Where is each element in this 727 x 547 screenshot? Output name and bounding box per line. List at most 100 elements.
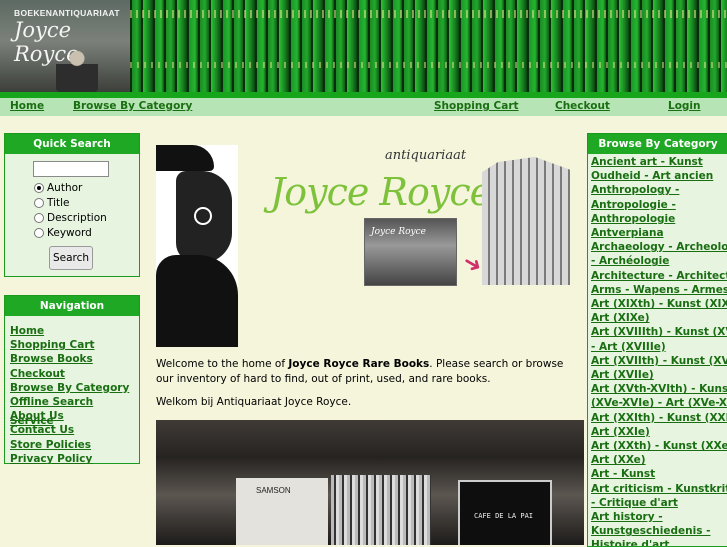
category-list-item: Art (XXe): [591, 453, 727, 467]
navigation-list: Home Shopping Cart Browse Books Checkout…: [5, 316, 139, 465]
nav-privacy-link[interactable]: Privacy Policy: [10, 453, 92, 465]
category-list-item: - Archéologie: [591, 254, 727, 268]
top-navigation: Home Browse By Category Shopping Cart Ch…: [0, 92, 727, 116]
category-link[interactable]: - Art (XVIIIe): [591, 341, 666, 353]
category-list-item: Art (XVIIIth) - Kunst (XVIIIe): [591, 325, 727, 339]
category-box: Browse By Category Ancient art - Kunst Ou…: [587, 133, 727, 547]
category-link[interactable]: Art history -: [591, 511, 663, 523]
radio-description[interactable]: Description: [34, 212, 107, 224]
category-link[interactable]: - Critique d'art: [591, 497, 678, 509]
topnav-login-link[interactable]: Login: [668, 100, 701, 112]
category-link[interactable]: Art (XXIth) - Kunst (XXIe) -: [591, 412, 727, 424]
category-list-item: Art (XVth-XVIth) - Kunst: [591, 382, 727, 396]
category-list-item: Antverpiana: [591, 226, 727, 240]
category-link[interactable]: Art (XIXth) - Kunst (XIXe) -: [591, 298, 727, 310]
category-link[interactable]: Anthropologie: [591, 213, 675, 225]
navigation-box: Navigation Home Shopping Cart Browse Boo…: [4, 295, 140, 465]
category-link[interactable]: Oudheid - Art ancien: [591, 170, 713, 182]
search-input[interactable]: [33, 161, 109, 177]
hero-logo-text: Joyce Royce: [270, 170, 492, 214]
photo-samson-sign: SAMSON: [256, 486, 291, 495]
radio-author-label: Author: [47, 182, 83, 194]
category-list-item: Arms - Wapens - Armes: [591, 283, 727, 297]
logo-top-text: BOEKENANTIQUARIAAT: [14, 8, 120, 18]
radio-title[interactable]: Title: [34, 197, 70, 209]
category-list-item: Art history -: [591, 510, 727, 524]
category-link[interactable]: Antverpiana: [591, 227, 664, 239]
category-list-item: Art criticism - Kunstkritiek: [591, 482, 727, 496]
category-link[interactable]: Ancient art - Kunst: [591, 156, 703, 168]
category-list-item: Antropologie -: [591, 198, 727, 212]
topnav-cart-link[interactable]: Shopping Cart: [434, 100, 519, 112]
radio-author-button[interactable]: [34, 183, 44, 193]
category-link[interactable]: Antropologie -: [591, 199, 676, 211]
radio-description-label: Description: [47, 212, 107, 224]
category-list-item: Art (XIXth) - Kunst (XIXe) -: [591, 297, 727, 311]
category-list: Ancient art - Kunst Oudheid - Art ancien A…: [588, 154, 727, 546]
bookshelf-image: [130, 0, 727, 92]
category-list-item: Art (XVIIe): [591, 368, 727, 382]
building-image: [482, 157, 570, 285]
shopfront-photo: Joyce Royce: [364, 218, 457, 286]
category-list-item: Art (XIXe): [591, 311, 727, 325]
category-list-item: Anthropology -: [591, 183, 727, 197]
category-link[interactable]: Arms - Wapens - Armes: [591, 284, 727, 296]
category-link[interactable]: Art (XXe): [591, 454, 646, 466]
header-banner: BOEKENANTIQUARIAAT Joyce Royce: [0, 0, 727, 92]
category-link[interactable]: Art (XVth-XVIth) - Kunst: [591, 383, 727, 395]
store-logo[interactable]: BOEKENANTIQUARIAAT Joyce Royce: [0, 0, 130, 92]
category-list-item: Art (XXIe): [591, 425, 727, 439]
category-link[interactable]: Anthropology -: [591, 184, 679, 196]
radio-author[interactable]: Author: [34, 182, 82, 194]
radio-keyword-button[interactable]: [34, 228, 44, 238]
category-link[interactable]: Architecture - Architectuur: [591, 270, 727, 282]
category-list-item: Art (XXth) - Kunst (XXe) -: [591, 439, 727, 453]
category-list-item: Kunstgeschiedenis -: [591, 524, 727, 538]
bookshop-interior-photo: SAMSON CAFE DE LA PAI: [156, 420, 584, 545]
topnav-checkout-link[interactable]: Checkout: [555, 100, 610, 112]
category-list-item: Art (XVIIth) - Kunst (XVIIe) -: [591, 354, 727, 368]
photo-cafe-sign: CAFE DE LA PAI: [474, 512, 534, 520]
category-list-item: Art (XXIth) - Kunst (XXIe) -: [591, 411, 727, 425]
search-button[interactable]: Search: [49, 246, 93, 270]
quick-search-title: Quick Search: [5, 134, 139, 154]
welcome-prefix: Welcome to the home of: [156, 358, 289, 370]
category-link[interactable]: (XVe-XVIe) - Art (XVe-XVIe): [591, 397, 727, 409]
logo-photo: [56, 50, 98, 92]
category-list-item: Architecture - Architectuur: [591, 269, 727, 283]
category-list-item: Histoire d'art: [591, 538, 727, 546]
category-list-item: Oudheid - Art ancien: [591, 169, 727, 183]
category-list-item: - Art (XVIIIe): [591, 340, 727, 354]
category-link[interactable]: Archaeology - Archeologie: [591, 241, 727, 253]
joyce-portrait-image: [156, 145, 238, 347]
radio-title-label: Title: [47, 197, 70, 209]
topnav-home-link[interactable]: Home: [10, 100, 44, 112]
category-link[interactable]: Kunstgeschiedenis -: [591, 525, 710, 537]
category-list-item: - Critique d'art: [591, 496, 727, 510]
category-list-item: Art - Kunst: [591, 467, 727, 481]
category-link[interactable]: Art (XXIe): [591, 426, 650, 438]
category-link[interactable]: Art (XVIIIth) - Kunst (XVIIIe): [591, 326, 727, 338]
radio-keyword-label: Keyword: [47, 227, 92, 239]
welcome-text: Welcome to the home of Joyce Royce Rare …: [156, 357, 584, 386]
category-link[interactable]: Art (XXth) - Kunst (XXe) -: [591, 440, 727, 452]
navigation-title: Navigation: [5, 296, 139, 316]
category-link[interactable]: Histoire d'art: [591, 539, 669, 546]
category-list-item: Anthropologie: [591, 212, 727, 226]
welcome-store-name: Joyce Royce Rare Books: [288, 358, 430, 370]
radio-description-button[interactable]: [34, 213, 44, 223]
category-title: Browse By Category: [588, 134, 727, 154]
radio-title-button[interactable]: [34, 198, 44, 208]
category-link[interactable]: Art criticism - Kunstkritiek: [591, 483, 727, 495]
topnav-browse-link[interactable]: Browse By Category: [73, 100, 192, 112]
category-link[interactable]: Art (XVIIe): [591, 369, 654, 381]
radio-keyword[interactable]: Keyword: [34, 227, 92, 239]
welcome-dutch-text: Welkom bij Antiquariaat Joyce Royce.: [156, 396, 352, 408]
hero-antiquariaat-text: antiquariaat: [385, 148, 467, 163]
category-list-item: (XVe-XVIe) - Art (XVe-XVIe): [591, 396, 727, 410]
category-link[interactable]: Art (XIXe): [591, 312, 650, 324]
category-link[interactable]: Art - Kunst: [591, 468, 655, 480]
category-link[interactable]: - Archéologie: [591, 255, 669, 267]
category-link[interactable]: Art (XVIIth) - Kunst (XVIIe) -: [591, 355, 727, 367]
category-list-item: Ancient art - Kunst: [591, 155, 727, 169]
